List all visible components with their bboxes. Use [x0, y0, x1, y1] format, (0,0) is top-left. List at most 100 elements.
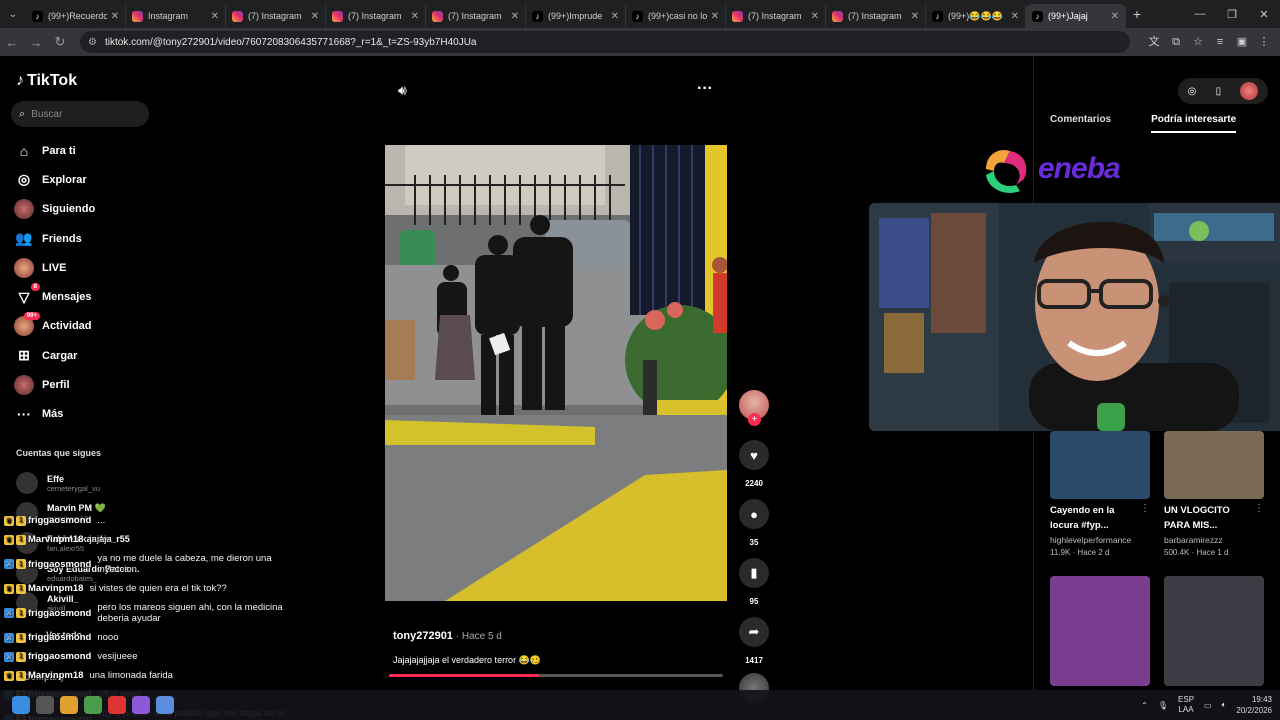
tab-close-icon[interactable]: ✕: [611, 11, 619, 22]
window-controls: — ❐ ✕: [1184, 0, 1280, 28]
tab-close-icon[interactable]: ✕: [1111, 11, 1119, 22]
tab-close-icon[interactable]: ✕: [911, 11, 919, 22]
clock[interactable]: 19:43 20/2/2026: [1236, 694, 1272, 716]
chat-badge-icon: ♛: [4, 534, 14, 545]
top-right-icons: ◎ ▯: [1178, 78, 1268, 104]
tab-close-icon[interactable]: ✕: [211, 11, 219, 22]
browser-tab[interactable]: ♪ (99+)😂😂😂 ✕: [926, 4, 1026, 28]
browser-tab[interactable]: (7) Instagram ✕: [226, 4, 326, 28]
browser-tab[interactable]: (7) Instagram ✕: [326, 4, 426, 28]
more-options-icon[interactable]: ···: [697, 80, 713, 98]
chat-text: nooo: [97, 632, 119, 643]
bookmark-star-icon[interactable]: ☆: [1190, 32, 1206, 52]
menu-dots-icon[interactable]: ⋮: [1256, 32, 1272, 52]
tab-search-chevron-icon[interactable]: ⌄: [0, 0, 26, 28]
recommendation-thumbnail: [1164, 576, 1264, 686]
video-progress-bar[interactable]: [389, 674, 723, 677]
nav-item-actividad[interactable]: 99+ Actividad: [14, 312, 95, 341]
folder-icon[interactable]: [60, 696, 78, 714]
forward-icon[interactable]: →: [24, 35, 48, 50]
cast-icon[interactable]: ⧉: [1168, 32, 1184, 52]
extension-icon[interactable]: ▣: [1234, 32, 1250, 52]
recommendation-card[interactable]: [1164, 576, 1264, 686]
browser-tab[interactable]: Instagram ✕: [126, 4, 226, 28]
activity-icon: 99+: [14, 312, 40, 337]
tab-podría-interesarte[interactable]: Podría interesarte: [1151, 114, 1237, 133]
nav-item-para-ti[interactable]: ⌂ Para ti: [14, 136, 95, 165]
translate-icon[interactable]: 文: [1146, 32, 1162, 52]
new-tab-button[interactable]: +: [1126, 6, 1148, 22]
app-icon[interactable]: [132, 696, 150, 714]
recommendation-card[interactable]: [1050, 576, 1150, 686]
like-button[interactable]: ♥: [739, 440, 769, 470]
user-avatar[interactable]: [1240, 82, 1259, 100]
taskbar-search-icon[interactable]: [36, 696, 54, 714]
browser-tab[interactable]: (7) Instagram ✕: [826, 4, 926, 28]
minimize-icon[interactable]: —: [1184, 8, 1216, 20]
tab-close-icon[interactable]: ✕: [311, 11, 319, 22]
media-icon[interactable]: ≡: [1212, 32, 1228, 52]
tab-close-icon[interactable]: ✕: [111, 11, 119, 22]
site-info-icon[interactable]: ⚙: [88, 37, 97, 48]
recommendation-more-icon[interactable]: ⋮: [1254, 503, 1264, 514]
search-input[interactable]: ⌕ Buscar: [11, 101, 149, 127]
right-tabs: Comentarios Podría interesarte: [1050, 114, 1237, 133]
language-indicator[interactable]: ESP LAA: [1178, 695, 1194, 715]
nav-item-live[interactable]: LIVE: [14, 253, 95, 282]
mobile-icon[interactable]: ▯: [1216, 86, 1222, 97]
following-account[interactable]: Effe cemeterygal_vu: [16, 468, 140, 498]
mic-icon[interactable]: 🎙︎: [1158, 701, 1168, 710]
network-icon[interactable]: ▭: [1204, 701, 1212, 710]
chat-text: ya no me duele la cabeza, me dieron una …: [97, 553, 272, 575]
tab-close-icon[interactable]: ✕: [711, 11, 719, 22]
app-icon[interactable]: [156, 696, 174, 714]
tiktok-logo[interactable]: ♪ TikTok: [16, 72, 77, 90]
save-button[interactable]: ▮: [739, 558, 769, 588]
back-icon[interactable]: ←: [0, 35, 24, 50]
bookmark-icon: ▮: [750, 565, 758, 580]
nav-item-siguiendo[interactable]: Siguiendo: [14, 195, 95, 224]
nav-item-perfil[interactable]: Perfil: [14, 370, 95, 399]
taskbar-apps: [12, 696, 174, 714]
browser-tab[interactable]: ♪ (99+)Recuerdo ✕: [26, 4, 126, 28]
follow-plus-icon[interactable]: +: [748, 413, 761, 426]
browser-tab[interactable]: ♪ (99+)casi no lo ✕: [626, 4, 726, 28]
nav-item-friends[interactable]: 👥 Friends: [14, 224, 95, 253]
comment-button[interactable]: ●: [739, 499, 769, 529]
tab-close-icon[interactable]: ✕: [511, 11, 519, 22]
browser-tab[interactable]: ♪ (99+)Imprude ✕: [526, 4, 626, 28]
tab-comentarios[interactable]: Comentarios: [1050, 114, 1111, 133]
nav-item-cargar[interactable]: ⊞ Cargar: [14, 341, 95, 370]
recommendation-card[interactable]: Cayendo en la locura #fyp... highlevelper…: [1050, 431, 1150, 557]
chat-username: Marvinpm18: [28, 670, 84, 681]
nav-item-explorar[interactable]: ◎ Explorar: [14, 165, 95, 194]
speaker-icon[interactable]: 🔈︎: [1222, 700, 1227, 710]
recommendation-card[interactable]: UN VLOGCITO PARA MIS... barbaramirezzz 500…: [1164, 431, 1264, 557]
browser-tab[interactable]: ♪ (99+)Jajaj ✕: [1026, 4, 1126, 28]
browser-tab[interactable]: (7) Instagram ✕: [726, 4, 826, 28]
nav-item-más[interactable]: ··· Más: [14, 400, 95, 429]
close-window-icon[interactable]: ✕: [1248, 8, 1280, 21]
start-icon[interactable]: [12, 696, 30, 714]
browser-tab[interactable]: (7) Instagram ✕: [426, 4, 526, 28]
share-button[interactable]: ➦: [739, 617, 769, 647]
compass-small-icon[interactable]: ◎: [1188, 86, 1197, 97]
video-author[interactable]: tony272901 · Hace 5 d: [393, 630, 502, 642]
tab-close-icon[interactable]: ✕: [1011, 11, 1019, 22]
creator-avatar[interactable]: +: [739, 390, 769, 426]
reload-icon[interactable]: ↻: [48, 34, 72, 50]
nav-item-mensajes[interactable]: ▽ 8 Mensajes: [14, 282, 95, 311]
tab-close-icon[interactable]: ✕: [411, 11, 419, 22]
video-player[interactable]: [385, 145, 727, 601]
tab-close-icon[interactable]: ✕: [811, 11, 819, 22]
url-input[interactable]: ⚙ tiktok.com/@tony272901/video/760720830…: [80, 31, 1130, 53]
restore-icon[interactable]: ❐: [1216, 8, 1248, 21]
following-title: Cuentas que sigues: [16, 448, 102, 458]
recommendation-more-icon[interactable]: ⋮: [1140, 503, 1150, 514]
chat-text: si vistes de quien era el tik tok??: [89, 583, 227, 594]
volume-icon[interactable]: 🔊︎: [398, 82, 407, 99]
app-icon[interactable]: [84, 696, 102, 714]
browser-icon[interactable]: [108, 696, 126, 714]
tray-chevron-icon[interactable]: ⌃: [1141, 701, 1148, 710]
video-progress-fill: [389, 674, 540, 677]
